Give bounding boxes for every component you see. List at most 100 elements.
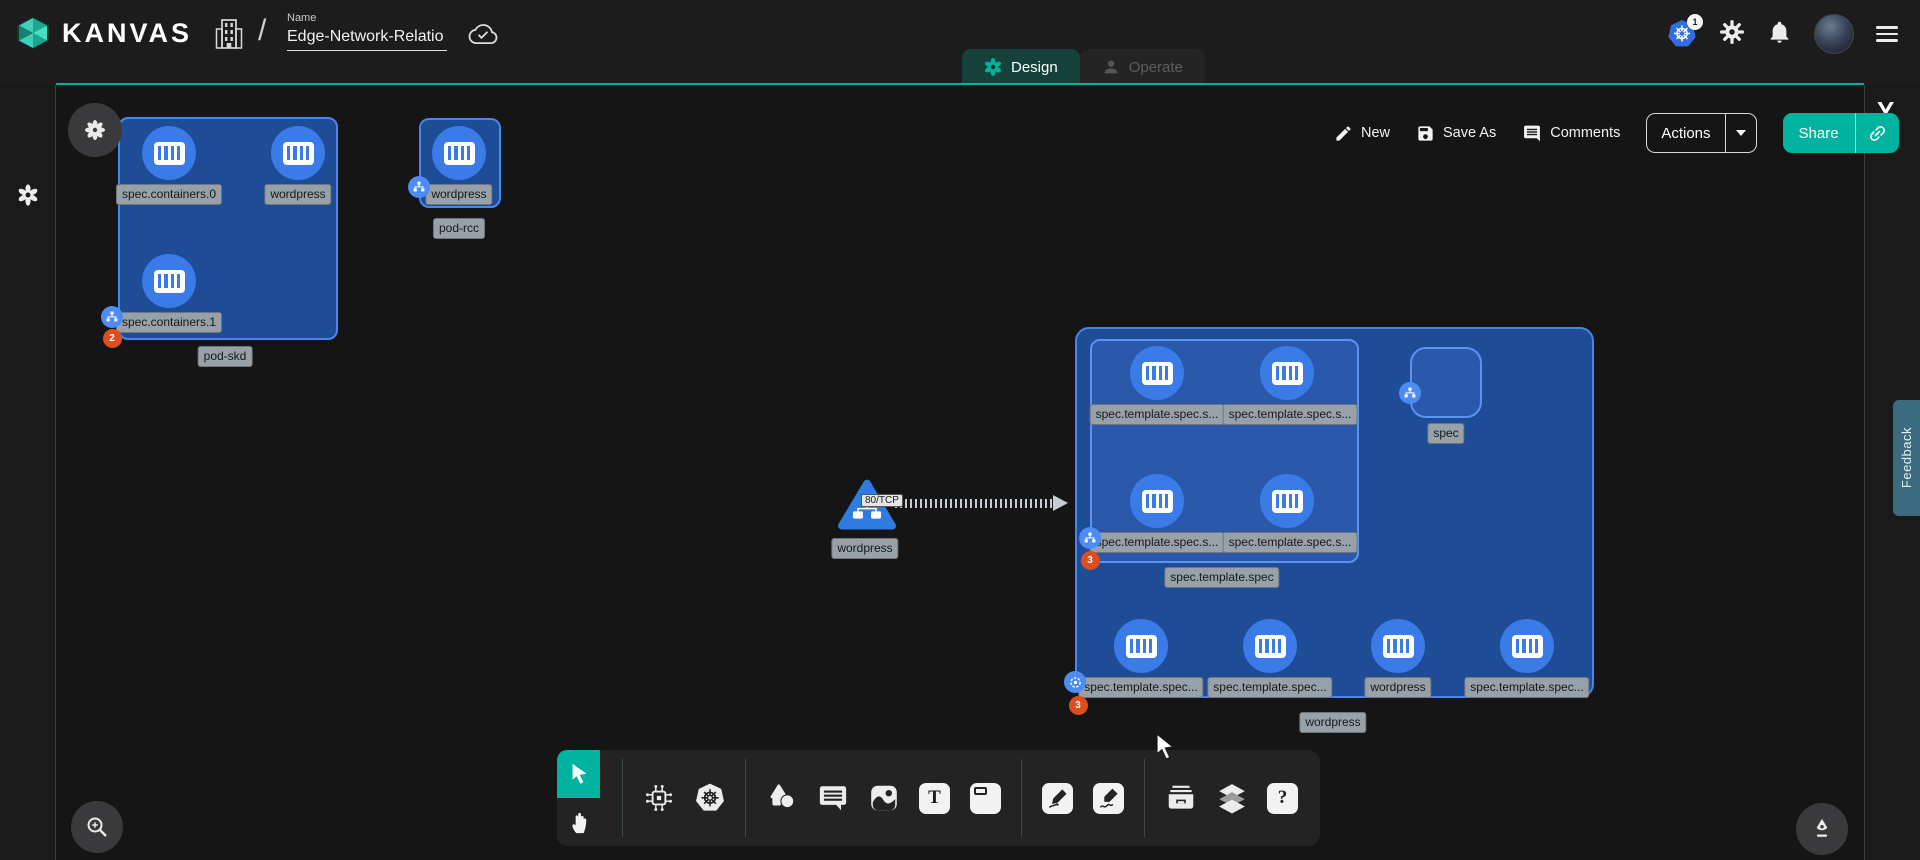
node-label[interactable]: wordpress [264,184,331,205]
container-node[interactable] [1243,619,1297,673]
container-node[interactable] [271,126,325,180]
count-badge[interactable]: 3 [1081,551,1100,570]
actions-dropdown-button[interactable] [1725,114,1756,152]
kanvas-logo[interactable]: KANVAS [14,15,192,51]
container-node[interactable] [1260,346,1314,400]
text-tool-icon: T [919,783,950,814]
toolbar-divider [1144,759,1145,837]
container-node[interactable] [142,254,196,308]
shapes-icon [766,782,798,814]
node-label[interactable]: wordpress [425,184,492,205]
feedback-label: Feedback [1899,427,1914,488]
comment-tool-button[interactable] [809,775,856,822]
settings-button[interactable] [1719,19,1745,50]
node-label[interactable]: spec.template.spec... [1078,677,1203,698]
comment-icon [1522,124,1542,143]
container-icon [1142,362,1173,385]
tab-operate-label: Operate [1129,59,1183,76]
share-button[interactable]: Share [1783,113,1855,153]
design-name-input[interactable] [287,26,447,51]
zoom-search-button[interactable] [71,801,123,853]
node-label[interactable]: spec.template.spec... [1464,677,1589,698]
container-node[interactable] [1500,619,1554,673]
pod-icon [1084,532,1096,544]
node-label[interactable]: spec.containers.1 [116,312,222,333]
layers-icon [1216,782,1248,814]
node-label[interactable]: wordpress [1364,677,1431,698]
components-tool-button[interactable] [635,775,682,822]
component-actions-button[interactable] [68,103,122,157]
layers-tool-button[interactable] [1208,775,1255,822]
image-tool-button[interactable] [860,775,907,822]
new-button[interactable]: New [1334,124,1390,143]
spec-node[interactable] [1410,347,1482,418]
note-tool-button[interactable] [962,775,1009,822]
deployment-badge[interactable] [1064,671,1086,693]
user-avatar[interactable] [1814,14,1854,54]
container-node[interactable] [1260,474,1314,528]
group-label[interactable]: pod-skd [198,346,253,367]
node-label[interactable]: spec.template.spec.s... [1223,532,1358,553]
node-label[interactable]: spec.containers.0 [116,184,222,205]
tab-design-label: Design [1011,59,1058,76]
node-label[interactable]: wordpress [831,538,898,559]
pod-badge[interactable] [1399,382,1421,404]
container-node[interactable] [1114,619,1168,673]
count-badge[interactable]: 3 [1069,696,1088,715]
notifications-button[interactable] [1767,19,1792,50]
container-node[interactable] [142,126,196,180]
comments-button[interactable]: Comments [1522,124,1620,143]
copy-link-button[interactable] [1855,113,1899,153]
annotation-pen-button[interactable] [1796,803,1848,855]
container-node[interactable] [1130,346,1184,400]
node-label[interactable]: spec.template.spec.s... [1090,404,1225,425]
hand-icon [567,809,591,835]
pan-tool-button[interactable] [557,798,600,846]
freehand-draw-tool-button[interactable] [1085,775,1132,822]
toolbar-main: T [600,750,1320,846]
pen-path-tool-button[interactable] [1034,775,1081,822]
actions-button[interactable]: Actions [1647,114,1724,152]
feedback-tab[interactable]: Feedback [1893,400,1920,516]
k8s-context-count-badge: 1 [1687,14,1703,30]
container-node[interactable] [1371,619,1425,673]
node-label[interactable]: spec [1427,423,1464,444]
group-label[interactable]: wordpress [1299,712,1366,733]
container-icon [154,270,185,293]
group-label[interactable]: spec.template.spec [1164,567,1279,588]
save-icon [1416,124,1435,143]
chip-icon [643,782,675,814]
menu-button[interactable] [1876,26,1898,42]
pod-badge[interactable] [101,306,123,328]
cursor-icon [568,762,590,786]
meshery-swirl-icon[interactable] [17,184,39,206]
group-label[interactable]: pod-rcc [433,218,485,239]
shapes-tool-button[interactable] [758,775,805,822]
kubernetes-tool-button[interactable] [686,775,733,822]
count-badge[interactable]: 2 [103,329,122,348]
node-label[interactable]: spec.template.spec.s... [1090,532,1225,553]
node-label[interactable]: spec.template.spec... [1207,677,1332,698]
tab-operate[interactable]: Operate [1080,49,1205,85]
save-as-button[interactable]: Save As [1416,124,1496,143]
organization-icon[interactable] [214,17,244,56]
drawer-tool-button[interactable] [1157,775,1204,822]
help-tool-button[interactable]: ? [1259,775,1306,822]
k8s-context-switcher[interactable]: 1 [1667,19,1697,49]
select-tool-button[interactable] [557,750,600,798]
comments-label: Comments [1550,125,1620,141]
burger-bar [1876,33,1898,36]
node-label[interactable]: spec.template.spec.s... [1223,404,1358,425]
container-node[interactable] [1130,474,1184,528]
drawer-icon [1165,783,1197,813]
canvas-toolbar: T [557,750,1320,846]
breadcrumb-separator: / [258,14,266,48]
container-icon [1272,490,1303,513]
new-label: New [1361,125,1390,141]
kubernetes-wheel-icon [694,782,726,814]
container-node[interactable] [432,126,486,180]
pod-badge[interactable] [1079,527,1101,549]
pod-badge[interactable] [408,176,430,198]
tab-design[interactable]: Design [962,49,1080,85]
text-tool-button[interactable]: T [911,775,958,822]
